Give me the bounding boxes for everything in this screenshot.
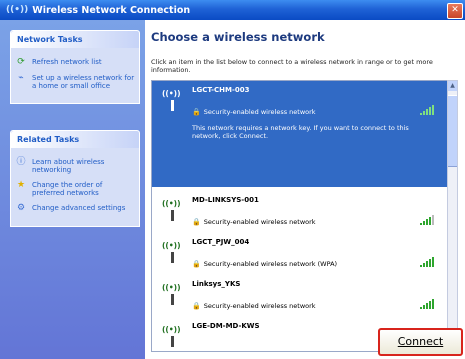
setup-wireless-network-link[interactable]: ⌁ Set up a wireless network for a home o…	[14, 73, 136, 91]
network-name: LGE-DM-MD-KWS	[192, 322, 260, 330]
network-name: LGCT-CHM-003	[192, 86, 250, 94]
signal-strength-icon	[420, 215, 434, 225]
signal-strength-icon	[420, 105, 434, 115]
network-name: MD-LINKSYS-001	[192, 196, 259, 204]
network-item[interactable]: ((•)) LGCT-CHM-003 🔒 Security-enabled wir…	[152, 81, 448, 187]
task-pane: Network Tasks ⟳ Refresh network list ⌁ S…	[0, 20, 145, 359]
related-tasks-panel: Related Tasks ⓘ Learn about wireless net…	[10, 130, 140, 227]
lock-icon: 🔒	[192, 108, 201, 116]
task-label: Set up a wireless network for a home or …	[32, 74, 135, 90]
network-item[interactable]: ((•)) Linksys_YKS 🔒 Security-enabled wire…	[152, 275, 448, 315]
lock-icon: 🔒	[192, 260, 201, 268]
title-bar[interactable]: ((•)) Wireless Network Connection ✕	[0, 0, 465, 20]
info-icon: ⓘ	[16, 157, 26, 167]
network-name: LGCT_PJW_004	[192, 238, 250, 246]
refresh-network-list-link[interactable]: ⟳ Refresh network list	[14, 58, 136, 67]
network-tasks-header[interactable]: Network Tasks	[11, 31, 139, 48]
wireless-icon: ((•))	[6, 5, 29, 15]
signal-strength-icon	[420, 257, 434, 267]
network-security: 🔒 Security-enabled wireless network	[192, 302, 316, 310]
wireless-signal-icon: ((•))	[162, 199, 181, 208]
close-button[interactable]: ✕	[447, 3, 463, 19]
window-title: Wireless Network Connection	[32, 4, 191, 16]
refresh-icon: ⟳	[17, 57, 25, 67]
connect-button[interactable]: Connect	[378, 328, 463, 356]
lock-icon: 🔒	[192, 302, 201, 310]
change-network-order-link[interactable]: ★ Change the order of preferred networks	[14, 180, 136, 198]
task-label: Change advanced settings	[32, 204, 126, 212]
star-icon: ★	[16, 180, 26, 190]
list-scrollbar[interactable]: ▲ ▼	[447, 80, 458, 350]
network-security: 🔒 Security-enabled wireless network	[192, 218, 316, 226]
lock-icon: 🔒	[192, 218, 201, 226]
task-label: Change the order of preferred networks	[32, 181, 103, 197]
change-advanced-settings-link[interactable]: ⚙ Change advanced settings	[14, 204, 136, 213]
related-tasks-header[interactable]: Related Tasks	[11, 131, 139, 148]
network-item[interactable]: ((•)) LGCT_PJW_004 🔒 Security-enabled wir…	[152, 233, 448, 273]
network-security: 🔒 Security-enabled wireless network (WPA)	[192, 260, 338, 268]
scroll-up-icon[interactable]: ▲	[448, 81, 457, 91]
main-area: Choose a wireless network Click an item …	[145, 20, 465, 359]
task-label: Learn about wireless networking	[32, 158, 105, 174]
network-name: Linksys_YKS	[192, 280, 241, 288]
page-title: Choose a wireless network	[151, 30, 325, 44]
wireless-signal-icon: ((•))	[162, 325, 181, 334]
network-item[interactable]: ((•)) MD-LINKSYS-001 🔒 Security-enabled w…	[152, 191, 448, 231]
network-tasks-panel: Network Tasks ⟳ Refresh network list ⌁ S…	[10, 30, 140, 104]
intro-text: Click an item in the list below to conne…	[151, 58, 433, 74]
network-security: 🔒 Security-enabled wireless network	[192, 108, 316, 116]
settings-icon: ⚙	[16, 203, 26, 213]
scroll-thumb[interactable]	[448, 95, 457, 167]
wireless-network-window: ((•)) Wireless Network Connection ✕ Netw…	[0, 0, 465, 359]
signal-strength-icon	[420, 299, 434, 309]
network-description: This network requires a network key. If …	[192, 124, 409, 140]
wireless-signal-icon: ((•))	[162, 89, 181, 98]
network-list[interactable]: ((•)) LGCT-CHM-003 🔒 Security-enabled wir…	[151, 80, 449, 352]
setup-wireless-icon: ⌁	[18, 73, 24, 83]
task-label: Refresh network list	[32, 58, 102, 66]
learn-wireless-link[interactable]: ⓘ Learn about wireless networking	[14, 157, 136, 175]
wireless-signal-icon: ((•))	[162, 283, 181, 292]
wireless-signal-icon: ((•))	[162, 241, 181, 250]
